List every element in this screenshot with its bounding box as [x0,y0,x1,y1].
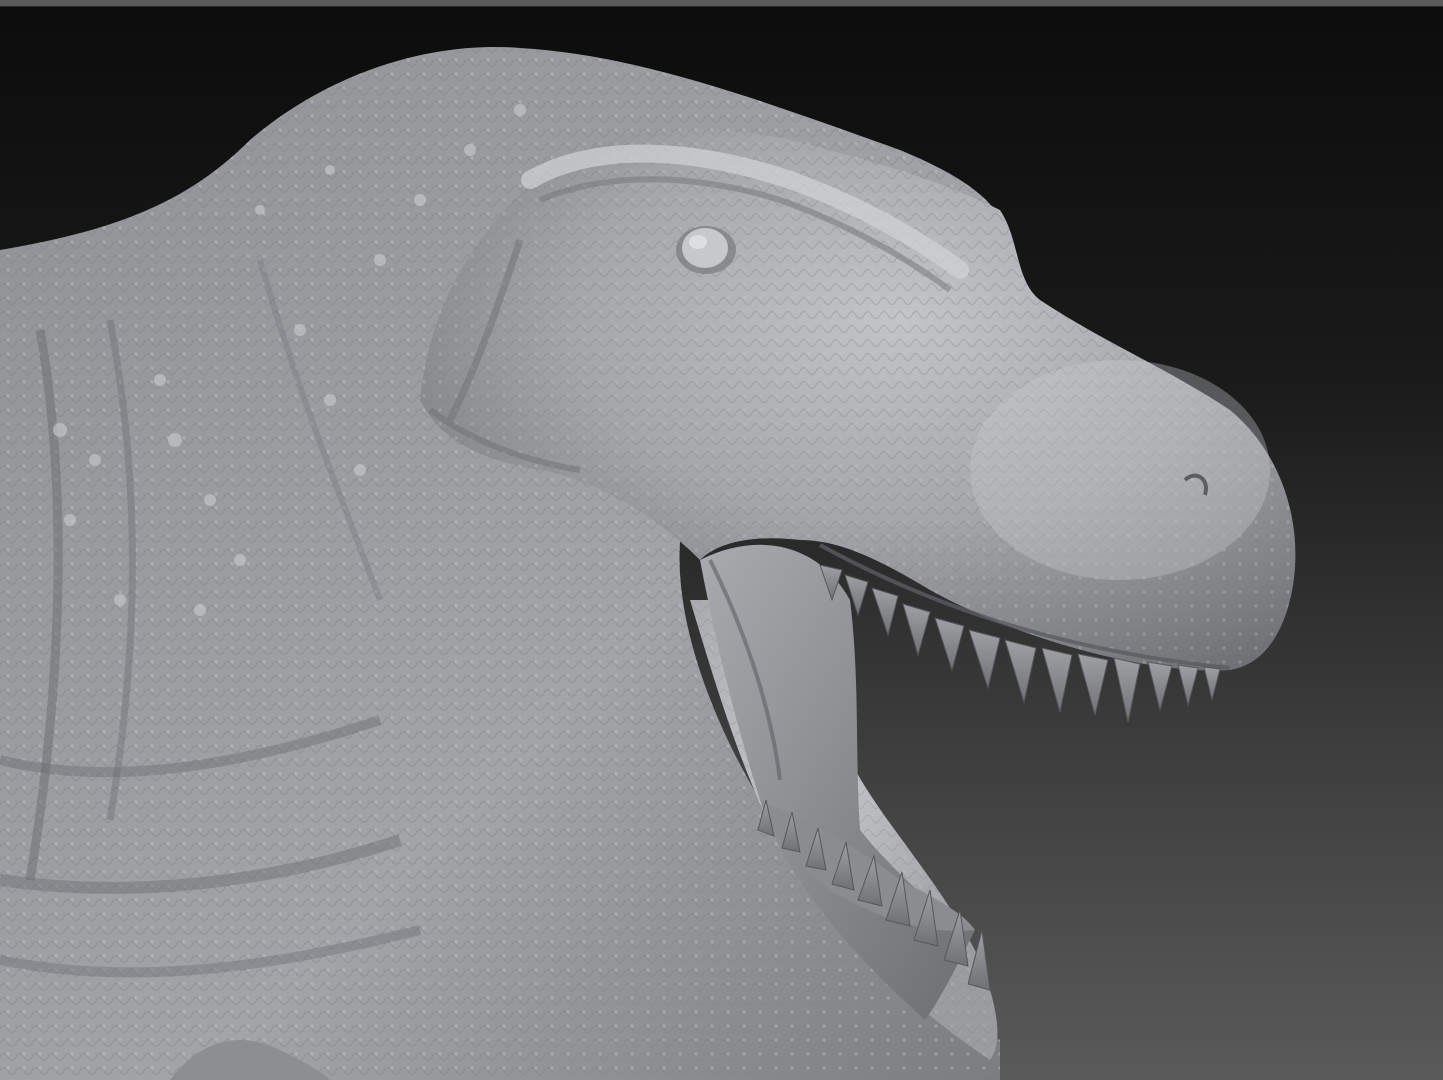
3d-viewport[interactable] [0,0,1443,1080]
trex-sculpt-render [0,47,1296,1080]
eye [676,226,736,274]
